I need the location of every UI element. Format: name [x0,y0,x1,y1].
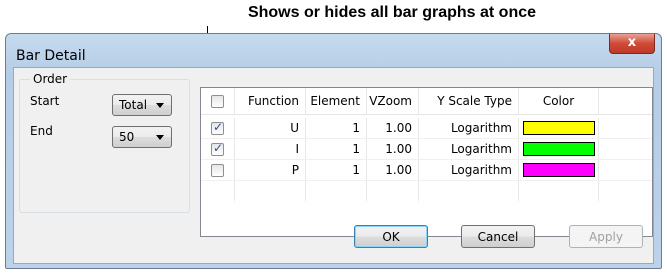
end-select-value: 50 [119,130,135,144]
dialog-client-area: Order Start Total End 50 Function Elemen… [13,67,654,264]
cancel-button[interactable]: Cancel [461,225,535,248]
header-yscale: Y Scale Type [419,88,519,114]
row-function: P [235,160,306,180]
row-yscale: Logarithm [419,160,519,180]
order-group: Order Start Total End 50 [19,72,190,213]
check-mark-icon: ✓ [212,119,224,134]
close-button[interactable]: x [609,34,655,54]
table-row: ✓ U 1 1.00 Logarithm [201,118,652,139]
row-visible-checkbox[interactable]: ✓ [211,119,224,135]
window-title: Bar Detail [16,48,86,64]
start-label: Start [30,94,60,108]
end-select[interactable]: 50 [112,126,172,148]
header-check-cell [201,88,235,114]
row-visible-checkbox[interactable]: ✓ [211,140,224,156]
header-function: Function [235,88,306,114]
ok-button[interactable]: OK [354,225,428,248]
order-group-label: Order [30,72,71,86]
check-mark-icon: ✓ [212,140,224,155]
start-select[interactable]: Total [112,94,172,116]
callout-text: Shows or hides all bar graphs at once [247,4,537,21]
bar-graph-table: Function Element VZoom Y Scale Type Colo… [200,87,653,237]
table-row-empty [201,181,652,201]
table-header: Function Element VZoom Y Scale Type Colo… [201,88,652,115]
header-element: Element [306,88,367,114]
row-function: I [235,139,306,159]
row-element: 1 [306,160,367,180]
show-all-checkbox[interactable] [211,94,224,108]
row-function: U [235,118,306,138]
row-yscale: Logarithm [419,139,519,159]
color-swatch[interactable] [522,121,595,135]
end-label: End [30,124,53,138]
table-row: P 1 1.00 Logarithm [201,160,652,181]
row-vzoom: 1.00 [367,118,419,138]
bar-detail-dialog: Bar Detail x Order Start Total End 50 Fu… [5,33,662,269]
row-visible-checkbox[interactable] [211,163,224,177]
row-yscale: Logarithm [419,118,519,138]
header-vzoom: VZoom [367,88,419,114]
apply-button[interactable]: Apply [569,225,643,248]
start-select-value: Total [119,98,148,112]
chevron-down-icon [156,103,164,108]
row-vzoom: 1.00 [367,139,419,159]
row-vzoom: 1.00 [367,160,419,180]
row-element: 1 [306,139,367,159]
color-swatch[interactable] [522,142,595,156]
table-row: ✓ I 1 1.00 Logarithm [201,139,652,160]
color-swatch[interactable] [522,163,595,177]
chevron-down-icon [156,135,164,140]
row-element: 1 [306,118,367,138]
close-icon: x [627,35,637,50]
header-color: Color [519,88,599,114]
